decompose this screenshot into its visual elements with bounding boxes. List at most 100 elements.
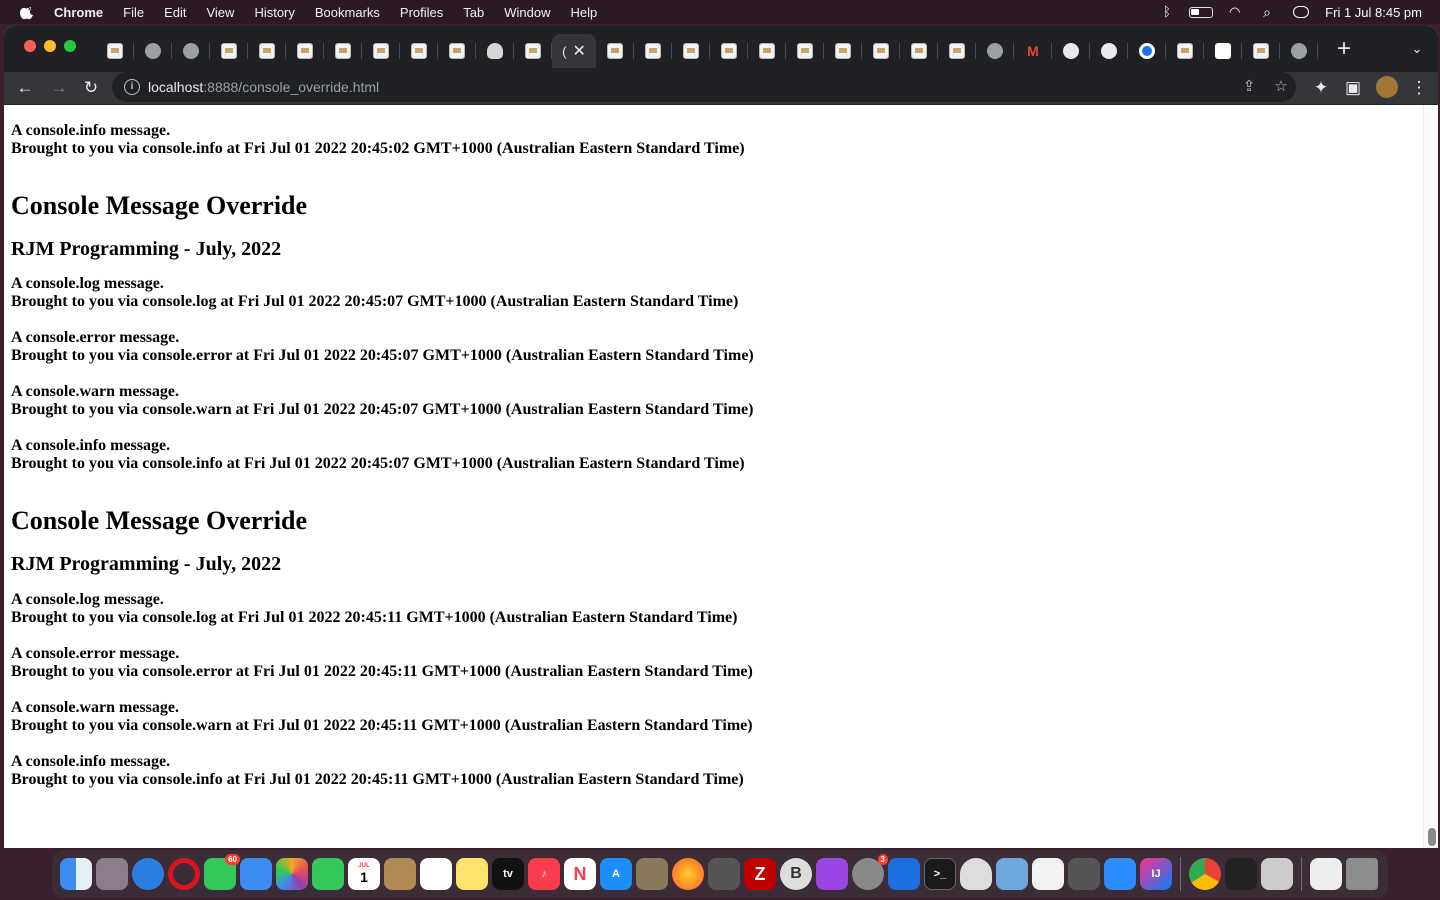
apple-icon[interactable] [20,4,36,20]
tab[interactable]: M [1014,34,1052,68]
menu-history[interactable]: History [254,5,294,20]
control-center-icon[interactable] [1293,6,1310,18]
trash-icon[interactable] [1346,858,1378,890]
tab[interactable] [324,34,362,68]
tab-active[interactable]: ( ✕ [552,34,596,68]
menubar-clock[interactable]: Fri 1 Jul 8:45 pm [1325,5,1422,20]
calendar-icon[interactable]: JUL 1 [348,858,380,890]
new-tab-button[interactable]: + [1330,35,1358,63]
tab[interactable] [596,34,634,68]
cyberduck-icon[interactable] [1068,858,1100,890]
tab-search-chevron-icon[interactable]: ⌄ [1406,38,1428,60]
tab[interactable] [286,34,324,68]
close-tab-icon[interactable]: ✕ [572,41,585,61]
contacts-icon[interactable] [384,858,416,890]
downloads-stack-icon[interactable] [1310,858,1342,890]
launchpad-icon[interactable] [96,858,128,890]
tab[interactable] [748,34,786,68]
terminal-icon[interactable]: >_ [924,858,956,890]
bluetooth-icon[interactable]: ᛒ [1163,5,1173,19]
reminders-icon[interactable] [420,858,452,890]
wifi-icon[interactable]: ◠ [1229,5,1247,19]
menu-profiles[interactable]: Profiles [400,5,443,20]
tab[interactable] [786,34,824,68]
system-preferences-icon[interactable]: 3 [852,854,888,890]
activity-monitor-icon[interactable] [1225,858,1257,890]
share-icon[interactable]: ⇪ [1238,76,1260,98]
calculator-icon[interactable] [708,858,740,890]
textedit-icon[interactable] [1032,858,1064,890]
menu-tab[interactable]: Tab [463,5,484,20]
notes-icon[interactable] [456,858,488,890]
mastodon-icon[interactable] [960,858,992,890]
facetime-icon[interactable] [312,858,344,890]
tab[interactable] [1090,34,1128,68]
scrollbar-thumb[interactable] [1428,828,1436,846]
intellij-icon[interactable]: IJ [1140,858,1172,890]
tab[interactable] [172,34,210,68]
tab[interactable] [862,34,900,68]
menu-file[interactable]: File [123,5,144,20]
safari-icon[interactable] [132,858,164,890]
chrome-icon[interactable] [1189,858,1221,890]
side-panel-icon[interactable]: ▣ [1340,75,1366,101]
filezilla-icon[interactable]: Z [744,858,776,890]
opera-icon[interactable] [168,858,200,890]
menu-kebab-icon[interactable]: ⋮ [1406,75,1432,101]
tab[interactable] [1242,34,1280,68]
maximize-window-button[interactable] [64,40,76,52]
tab[interactable] [824,34,862,68]
bookmark-star-icon[interactable]: ☆ [1270,76,1292,98]
menu-help[interactable]: Help [571,5,598,20]
profile-avatar[interactable] [1376,76,1398,98]
address-bar[interactable]: i localhost:8888/console_override.html ⇪… [112,72,1296,102]
tab[interactable] [96,34,134,68]
tab[interactable] [476,34,514,68]
tab[interactable] [1128,34,1166,68]
tab[interactable] [1204,34,1242,68]
mail-icon[interactable] [240,858,272,890]
news-icon[interactable]: N [564,858,596,890]
app-store-icon[interactable]: A [600,858,632,890]
menu-app-name[interactable]: Chrome [54,5,103,20]
tab[interactable] [248,34,286,68]
forward-button[interactable]: → [46,75,72,101]
music-icon[interactable]: ♪ [528,858,560,890]
vertical-scrollbar[interactable] [1423,105,1438,848]
tab[interactable] [210,34,248,68]
apple-tv-icon[interactable]: tv [492,858,524,890]
utility-icon[interactable] [1261,858,1293,890]
tab[interactable] [634,34,672,68]
gimp-icon[interactable] [636,858,668,890]
firefox-icon[interactable] [672,858,704,890]
tab[interactable] [134,34,172,68]
tab[interactable] [1052,34,1090,68]
reload-button[interactable]: ↻ [78,75,104,101]
tab[interactable] [514,34,552,68]
minimize-window-button[interactable] [44,40,56,52]
messages-icon[interactable]: 60 [204,854,240,890]
site-info-icon[interactable]: i [124,79,140,95]
tab[interactable] [710,34,748,68]
tab[interactable] [672,34,710,68]
tab[interactable] [438,34,476,68]
tab[interactable] [362,34,400,68]
back-button[interactable]: ← [12,75,38,101]
tab[interactable] [1166,34,1204,68]
battery-icon[interactable] [1189,6,1214,18]
menu-edit[interactable]: Edit [164,5,186,20]
menu-bookmarks[interactable]: Bookmarks [315,5,380,20]
tab[interactable] [976,34,1014,68]
extensions-puzzle-icon[interactable]: ✦ [1308,75,1334,101]
tab[interactable] [938,34,976,68]
close-window-button[interactable] [24,40,36,52]
menu-view[interactable]: View [206,5,234,20]
xcode-icon[interactable] [888,858,920,890]
bbedit-icon[interactable]: B [780,858,812,890]
zoom-icon[interactable] [1104,858,1136,890]
podcasts-icon[interactable] [816,858,848,890]
tab[interactable] [1280,34,1318,68]
menu-window[interactable]: Window [504,5,550,20]
search-icon[interactable]: ⌕ [1263,5,1277,19]
tab[interactable] [400,34,438,68]
